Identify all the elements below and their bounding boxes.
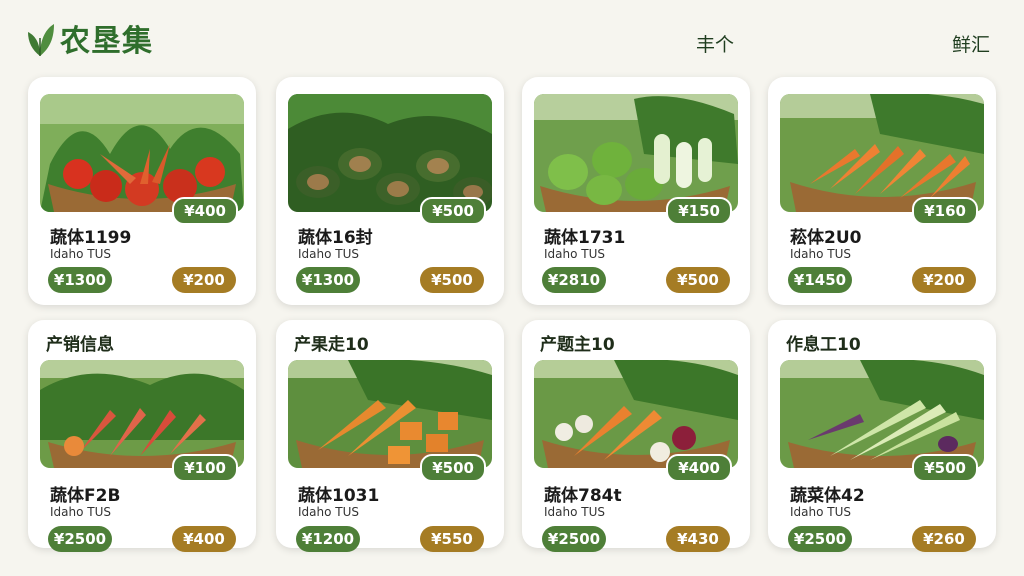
price-button-gold[interactable]: ¥200 bbox=[172, 267, 236, 293]
card-heading: 产果走10 bbox=[294, 335, 369, 355]
product-title: 蔬体1731 bbox=[544, 228, 626, 248]
product-card[interactable]: 产题主10 ¥400 蔬体784t Idaho TUS ¥2500 ¥430 bbox=[522, 320, 750, 552]
price-button-gold[interactable]: ¥400 bbox=[172, 526, 236, 552]
leaf-icon bbox=[28, 24, 54, 56]
product-image-carrots-radishes bbox=[534, 360, 738, 468]
image-price-badge: ¥100 bbox=[172, 454, 238, 482]
product-card[interactable]: 作息工10 ¥500 蔬菜体42 Idaho TUS ¥2500 ¥260 bbox=[768, 320, 996, 552]
product-title: 蔬体16封 bbox=[298, 228, 373, 248]
product-title: 菘体2U0 bbox=[790, 228, 862, 248]
image-price-badge: ¥500 bbox=[420, 454, 486, 482]
image-price-badge: ¥400 bbox=[172, 197, 238, 225]
price-button-green[interactable]: ¥2500 bbox=[542, 526, 606, 552]
card-heading: 产销信息 bbox=[46, 335, 114, 355]
product-title: 蔬体784t bbox=[544, 486, 622, 506]
nav-link-1[interactable]: 丰个 bbox=[696, 30, 734, 57]
product-image-peppers-bokchoy bbox=[534, 94, 738, 212]
logo-text: 农垦集 bbox=[60, 24, 153, 59]
product-card[interactable]: ¥150 蔬体1731 Idaho TUS ¥2810 ¥500 bbox=[522, 77, 750, 305]
product-subtitle: Idaho TUS bbox=[298, 505, 360, 519]
nav-link-2[interactable]: 鲜汇 bbox=[952, 30, 990, 57]
product-subtitle: Idaho TUS bbox=[544, 247, 606, 261]
product-subtitle: Idaho TUS bbox=[544, 505, 606, 519]
image-price-badge: ¥400 bbox=[666, 454, 732, 482]
price-button-gold[interactable]: ¥500 bbox=[420, 267, 484, 293]
price-button-green[interactable]: ¥2810 bbox=[542, 267, 606, 293]
price-button-green[interactable]: ¥1450 bbox=[788, 267, 852, 293]
product-image-carrots bbox=[780, 94, 984, 212]
card-heading: 产题主10 bbox=[540, 335, 615, 355]
price-button-gold[interactable]: ¥430 bbox=[666, 526, 730, 552]
price-button-gold[interactable]: ¥260 bbox=[912, 526, 976, 552]
product-image-avocados bbox=[288, 94, 492, 212]
product-subtitle: Idaho TUS bbox=[790, 247, 852, 261]
product-card[interactable]: ¥500 蔬体16封 Idaho TUS ¥1300 ¥500 bbox=[276, 77, 504, 305]
product-subtitle: Idaho TUS bbox=[50, 505, 112, 519]
price-button-gold[interactable]: ¥200 bbox=[912, 267, 976, 293]
product-subtitle: Idaho TUS bbox=[790, 505, 852, 519]
product-subtitle: Idaho TUS bbox=[298, 247, 360, 261]
price-button-green[interactable]: ¥2500 bbox=[48, 526, 112, 552]
price-button-gold[interactable]: ¥550 bbox=[420, 526, 484, 552]
product-title: 蔬菜体42 bbox=[790, 486, 865, 506]
price-button-green[interactable]: ¥1200 bbox=[296, 526, 360, 552]
product-card[interactable]: 产果走10 ¥500 蔬体1031 Idaho TUS ¥1200 ¥550 bbox=[276, 320, 504, 552]
product-image-tomatoes-carrots bbox=[40, 94, 244, 212]
card-heading: 作息工10 bbox=[786, 335, 861, 355]
image-price-badge: ¥500 bbox=[912, 454, 978, 482]
price-button-gold[interactable]: ¥500 bbox=[666, 267, 730, 293]
product-image-leeks-eggplant bbox=[780, 360, 984, 468]
product-image-squash-carrots bbox=[288, 360, 492, 468]
price-button-green[interactable]: ¥2500 bbox=[788, 526, 852, 552]
image-price-badge: ¥500 bbox=[420, 197, 486, 225]
image-price-badge: ¥150 bbox=[666, 197, 732, 225]
product-title: 蔬体1031 bbox=[298, 486, 380, 506]
image-price-badge: ¥160 bbox=[912, 197, 978, 225]
product-image-carrots-greens bbox=[40, 360, 244, 468]
product-subtitle: Idaho TUS bbox=[50, 247, 112, 261]
product-title: 蔬体1199 bbox=[50, 228, 132, 248]
product-title: 蔬体F2B bbox=[50, 486, 121, 506]
product-card[interactable]: ¥160 菘体2U0 Idaho TUS ¥1450 ¥200 bbox=[768, 77, 996, 305]
price-button-green[interactable]: ¥1300 bbox=[48, 267, 112, 293]
brand-logo[interactable]: 农垦集 bbox=[24, 16, 153, 60]
product-card[interactable]: 产销信息 ¥100 蔬体F2B Idaho TUS ¥2500 ¥400 bbox=[28, 320, 256, 552]
product-card[interactable]: ¥400 蔬体1199 Idaho TUS ¥1300 ¥200 bbox=[28, 77, 256, 305]
price-button-green[interactable]: ¥1300 bbox=[296, 267, 360, 293]
